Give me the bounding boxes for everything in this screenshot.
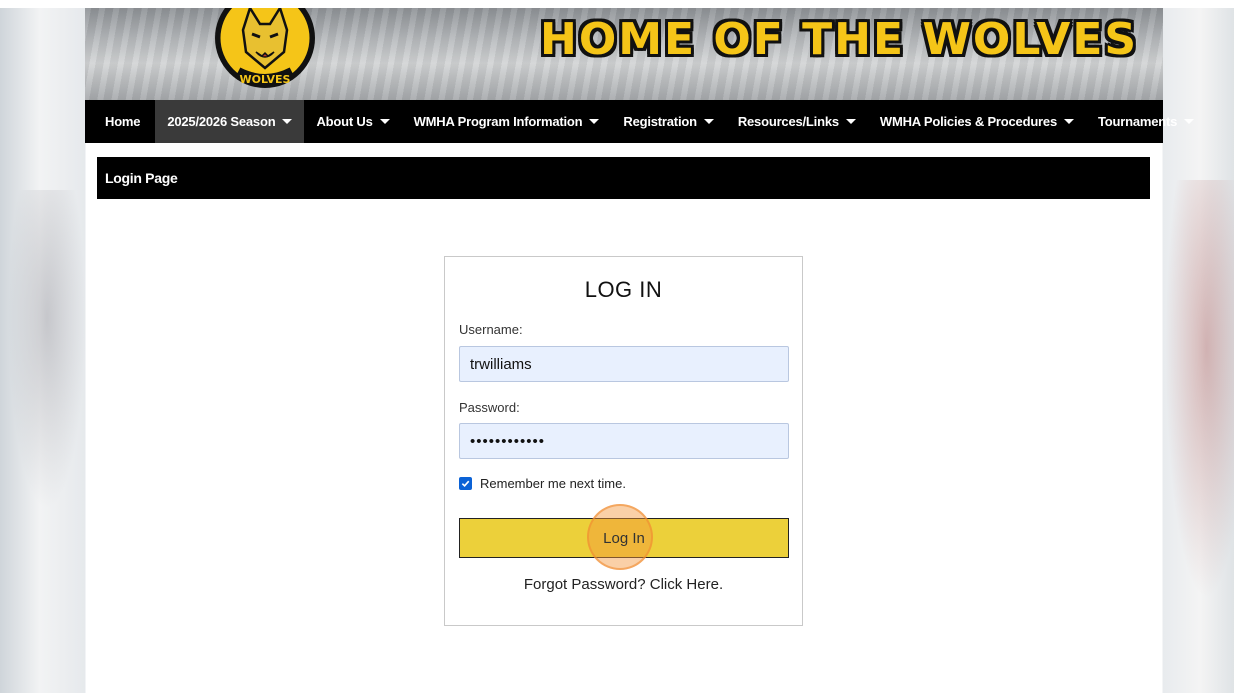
site-banner: WOLVES HOME OF THE WOLVES <box>85 8 1163 100</box>
nav-label: Tournaments <box>1097 114 1178 129</box>
nav-label: WMHA Program Information <box>413 114 583 129</box>
nav-item-resources-links[interactable]: Resources/Links <box>726 100 868 143</box>
nav-item-policies-procedures[interactable]: WMHA Policies & Procedures <box>868 100 1086 143</box>
top-strip <box>0 0 1234 8</box>
page-header-bar: Login Page <box>97 157 1150 199</box>
username-label: Username: <box>459 322 523 337</box>
banner-title: HOME OF THE WOLVES <box>540 14 1139 65</box>
remember-me-checkbox[interactable] <box>459 477 472 490</box>
login-card: LOG IN Username: Password: Remember me n… <box>444 256 803 626</box>
caret-down-icon <box>379 119 390 124</box>
nav-item-tournaments[interactable]: Tournaments <box>1086 100 1206 143</box>
nav-label: WMHA Policies & Procedures <box>879 114 1057 129</box>
nav-item-registration[interactable]: Registration <box>611 100 725 143</box>
caret-down-icon <box>845 119 856 124</box>
wolves-logo: WOLVES <box>215 8 315 88</box>
password-label: Password: <box>459 400 520 415</box>
main-nav: Home 2025/2026 Season About Us WMHA Prog… <box>85 100 1195 143</box>
log-in-label: Log In <box>603 529 645 547</box>
caret-down-icon <box>589 119 600 124</box>
username-input[interactable] <box>459 346 789 382</box>
hockey-photo-left <box>8 190 86 510</box>
nav-item-program-information[interactable]: WMHA Program Information <box>402 100 612 143</box>
remember-me-row: Remember me next time. <box>459 476 626 491</box>
nav-label: Resources/Links <box>737 114 839 129</box>
nav-item-about-us[interactable]: About Us <box>304 100 401 143</box>
hockey-photo-right <box>1165 180 1234 600</box>
svg-text:WOLVES: WOLVES <box>240 73 291 86</box>
password-input[interactable] <box>459 423 789 459</box>
checkmark-icon <box>461 480 470 488</box>
nav-item-season[interactable]: 2025/2026 Season <box>155 100 305 143</box>
caret-down-icon <box>703 119 714 124</box>
page-title: Login Page <box>105 170 178 186</box>
caret-down-icon <box>1063 119 1074 124</box>
caret-down-icon <box>282 119 293 124</box>
forgot-password-link[interactable]: Forgot Password? Click Here. <box>445 576 802 593</box>
nav-label: About Us <box>316 114 373 129</box>
nav-label: Home <box>105 114 141 129</box>
nav-label: 2025/2026 Season <box>167 114 276 129</box>
login-heading: LOG IN <box>584 277 663 302</box>
caret-down-icon <box>1184 119 1195 124</box>
log-in-button[interactable]: Log In <box>459 504 789 570</box>
nav-label: Registration <box>623 114 697 129</box>
remember-me-label: Remember me next time. <box>480 476 626 491</box>
nav-item-home[interactable]: Home <box>85 100 155 143</box>
